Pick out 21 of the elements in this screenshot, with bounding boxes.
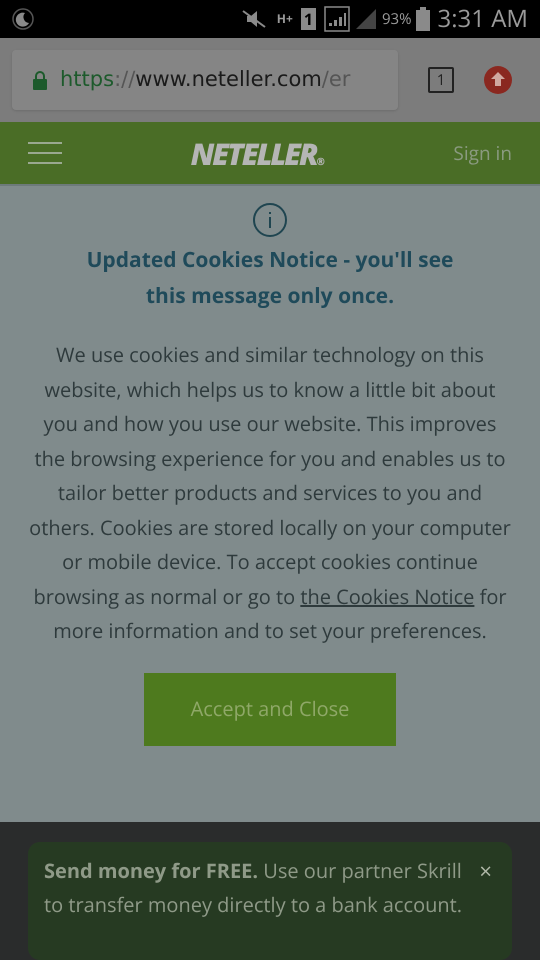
- lock-icon: [32, 70, 48, 90]
- signal-icon: [324, 6, 350, 32]
- moon-icon: [12, 8, 34, 30]
- accept-and-close-button[interactable]: Accept and Close: [144, 672, 396, 746]
- signal-icon: [354, 7, 378, 31]
- promo-text: Send money for FREE. Use our partner Skrill to transfer money directly to a bank account.: [44, 856, 464, 920]
- notice-title: Updated Cookies Notice - you'll see this message only once.: [86, 245, 454, 312]
- battery-percent: 93%: [382, 8, 412, 30]
- site-logo[interactable]: NETELLER®: [190, 130, 325, 176]
- cookies-notice-link[interactable]: the Cookies Notice: [300, 582, 474, 610]
- menu-icon[interactable]: [28, 141, 62, 165]
- notice-paragraph: We use cookies and similar technology on this website, which helps us to know a little bit about you and how you use our website. This improves the browsing experience for you and enables us to tailor better products and services to you and others. Cookies are stored locally on your computer or mobile device. To accept cookies continue browsing as normal or go to the Cookies Notice for more information and to set your preferences.: [28, 340, 512, 646]
- close-button[interactable]: ×: [479, 854, 492, 888]
- sim-indicator: 1: [300, 8, 316, 30]
- sign-in-link[interactable]: Sign in: [453, 138, 512, 168]
- upload-icon[interactable]: [484, 66, 512, 94]
- battery-icon: [416, 7, 430, 31]
- tab-count-button[interactable]: 1: [428, 67, 454, 93]
- info-icon: [252, 202, 288, 238]
- network-type: H+: [276, 13, 293, 25]
- clock-time: 3:31 AM: [438, 7, 528, 31]
